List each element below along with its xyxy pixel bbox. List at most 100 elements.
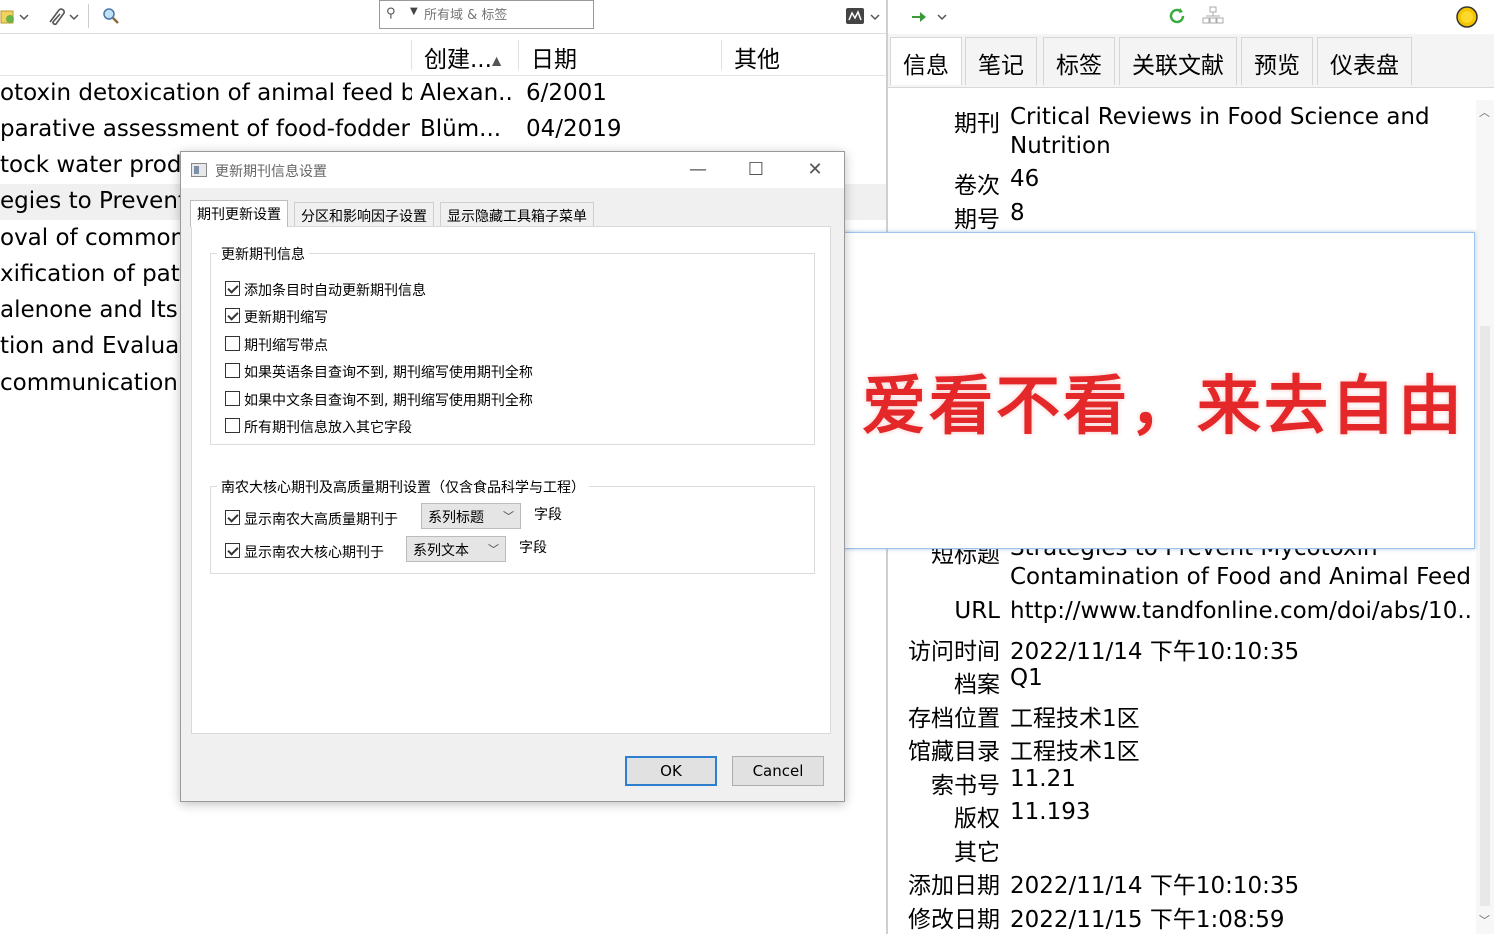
field-value-call-number[interactable]: 11.21 [1010, 766, 1470, 792]
search-input[interactable] [424, 5, 584, 25]
field-label-call-number: 索书号 [931, 773, 1000, 799]
checkbox-box[interactable] [225, 281, 240, 296]
field-label-archive-location: 存档位置 [908, 706, 1000, 732]
dialog-title: 更新期刊信息设置 [215, 164, 327, 180]
checkbox-label: 显示南农大高质量期刊于 [244, 512, 398, 528]
column-creator[interactable]: 创建...▲ [424, 40, 501, 74]
item-date: 6/2001 [526, 80, 607, 106]
column-other[interactable]: 其他 [734, 40, 780, 74]
minimize-icon[interactable]: — [678, 156, 718, 184]
field-value-library-catalog[interactable]: 工程技术1区 [1010, 732, 1470, 766]
field-label-rights: 版权 [954, 806, 1000, 832]
select-high-quality-field[interactable]: 系列标题 ﹀ [421, 503, 521, 529]
go-forward-icon[interactable] [910, 6, 950, 26]
field-label-url: URL [954, 598, 1000, 624]
field-label-accessed: 访问时间 [908, 639, 1000, 665]
chevron-down-icon: ﹀ [488, 543, 499, 556]
field-value-date-added: 2022/11/14 下午10:10:35 [1010, 873, 1300, 899]
locate-icon[interactable] [845, 6, 883, 26]
checkbox-label: 期刊缩写带点 [244, 338, 328, 354]
scroll-up-icon[interactable]: ︿ [1479, 104, 1490, 120]
select-core-journal-field[interactable]: 系列文本 ﹀ [406, 536, 506, 562]
item-title: otoxin detoxication of animal feed b... [0, 80, 412, 106]
field-label-archive: 档案 [954, 672, 1000, 698]
column-date[interactable]: 日期 [531, 40, 577, 74]
field-label-date-added: 添加日期 [908, 873, 1000, 899]
field-label-journal: 期刊 [954, 111, 1000, 137]
search-icon: ⚲ [386, 6, 396, 21]
checkbox-label: 添加条目时自动更新期刊信息 [244, 283, 426, 299]
field-value-accessed[interactable]: 2022/11/14 下午10:10:35 [1010, 632, 1470, 666]
advanced-search-icon[interactable] [101, 6, 121, 26]
tab-partition-impact[interactable]: 分区和影响因子设置 [294, 202, 434, 226]
tab-dashboard[interactable]: 仪表盘 [1317, 37, 1412, 85]
field-value-archive-location[interactable]: 工程技术1区 [1010, 699, 1470, 733]
field-label-extra: 其它 [954, 840, 1000, 866]
dialog-app-icon [191, 163, 207, 177]
field-value-date-modified: 2022/11/15 下午1:08:59 [1010, 907, 1285, 933]
field-value-volume[interactable]: 46 [1010, 166, 1470, 192]
tab-info[interactable]: 信息 [890, 37, 962, 85]
checkbox-label: 更新期刊缩写 [244, 310, 328, 326]
checkbox-box[interactable] [225, 543, 240, 558]
field-value-short-title-cont[interactable]: Contamination of Food and Animal Feed [1010, 564, 1470, 590]
ok-button[interactable]: OK [625, 756, 717, 786]
dialog-titlebar[interactable]: 更新期刊信息设置 — ☐ ✕ [181, 152, 844, 188]
tab-journal-update[interactable]: 期刊更新设置 [190, 200, 288, 227]
chevron-down-icon: ﹀ [503, 510, 514, 523]
column-separator [721, 40, 722, 70]
attachment-icon[interactable] [44, 6, 82, 26]
field-label-volume: 卷次 [954, 173, 1000, 199]
zotero-window: ⚲ ▼ 创建...▲ 日期 其他 [0, 0, 1494, 934]
field-value-url[interactable]: http://www.tandfonline.com/doi/abs/10...… [1010, 598, 1470, 624]
search-box[interactable]: ⚲ ▼ [379, 0, 594, 29]
column-header: 创建...▲ 日期 其他 [0, 34, 887, 76]
main-toolbar: ⚲ ▼ [0, 0, 887, 34]
sitemap-icon[interactable] [1202, 6, 1224, 26]
sync-icon[interactable] [1168, 6, 1188, 26]
tab-related[interactable]: 关联文献 [1119, 37, 1237, 85]
field-label-library-catalog: 馆藏目录 [908, 739, 1000, 765]
scrollbar-thumb[interactable] [1480, 326, 1490, 906]
sort-ascending-icon: ▲ [491, 53, 502, 68]
select-value: 系列文本 [413, 543, 469, 559]
tab-notes[interactable]: 笔记 [965, 37, 1037, 85]
field-value-issue[interactable]: 8 [1010, 200, 1470, 226]
group-njau-journals: 南农大核心期刊及高质量期刊设置（仅含食品科学与工程） 显示南农大高质量期刊于 系… [210, 477, 815, 574]
cancel-button[interactable]: Cancel [732, 756, 824, 786]
scroll-down-icon[interactable]: ﹀ [1479, 912, 1490, 928]
column-separator [411, 40, 412, 70]
checkbox-box[interactable] [225, 418, 240, 433]
field-value-journal[interactable]: Critical Reviews in Food Science and [1010, 104, 1470, 130]
checkbox-box[interactable] [225, 363, 240, 378]
column-separator [518, 40, 519, 70]
checkbox-label: 显示南农大核心期刊于 [244, 545, 384, 561]
group-label: 更新期刊信息 [217, 244, 309, 264]
field-suffix-label: 字段 [519, 540, 547, 556]
item-title: parative assessment of food-fodder ... [0, 116, 412, 142]
item-creator: Alexan... [420, 80, 515, 106]
field-suffix-label: 字段 [534, 507, 562, 523]
sun-badge-icon[interactable] [1452, 3, 1482, 28]
maximize-icon[interactable]: ☐ [736, 156, 776, 184]
close-icon[interactable]: ✕ [795, 156, 835, 184]
tab-tags[interactable]: 标签 [1043, 37, 1115, 85]
checkbox-box[interactable] [225, 336, 240, 351]
new-item-icon[interactable] [0, 6, 30, 26]
field-value-journal-cont[interactable]: Nutrition [1010, 133, 1470, 159]
table-row[interactable]: otoxin detoxication of animal feed b... … [0, 76, 887, 112]
field-label-issue: 期号 [954, 207, 1000, 233]
table-row[interactable]: parative assessment of food-fodder ... B… [0, 112, 887, 148]
checkbox-box[interactable] [225, 391, 240, 406]
search-mode-dropdown-icon[interactable]: ▼ [410, 6, 418, 17]
checkbox-box[interactable] [225, 308, 240, 323]
field-value-archive[interactable]: Q1 [1010, 665, 1470, 691]
group-update-journal-info: 更新期刊信息 添加条目时自动更新期刊信息 更新期刊缩写 期刊缩写带点 如果英语条… [210, 244, 815, 445]
select-value: 系列标题 [428, 510, 484, 526]
checkbox-box[interactable] [225, 510, 240, 525]
tab-preview[interactable]: 预览 [1241, 37, 1313, 85]
tab-toolbox-submenu[interactable]: 显示隐藏工具箱子菜单 [440, 202, 594, 226]
field-value-rights[interactable]: 11.193 [1010, 799, 1470, 825]
item-pane-scrollbar[interactable]: ︿ ﹀ [1476, 100, 1494, 934]
group-label: 南农大核心期刊及高质量期刊设置（仅含食品科学与工程） [217, 477, 589, 497]
